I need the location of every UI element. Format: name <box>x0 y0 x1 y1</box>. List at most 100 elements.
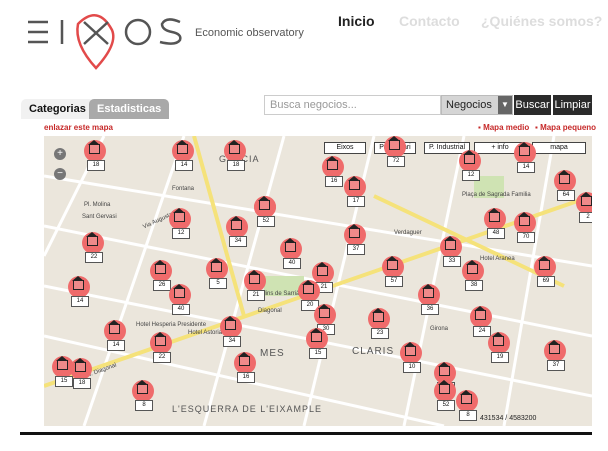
building-icon <box>176 140 188 154</box>
business-marker[interactable]: 40 <box>280 238 304 269</box>
category-select[interactable]: Negocios ▼ <box>441 95 513 115</box>
business-marker[interactable]: 37 <box>544 340 568 371</box>
building-icon <box>74 358 86 372</box>
business-marker[interactable]: 33 <box>440 236 464 267</box>
enlazar-link[interactable]: enlazar este mapa <box>44 123 113 132</box>
building-icon <box>548 340 560 354</box>
marker-count: 33 <box>443 256 461 267</box>
mapa-medio-link[interactable]: ▪ Mapa medio <box>478 123 529 132</box>
business-marker[interactable]: 38 <box>462 260 486 291</box>
marker-count: 2 <box>579 212 592 223</box>
marker-count: 14 <box>175 160 193 171</box>
buscar-button[interactable]: Buscar <box>514 95 551 115</box>
business-marker[interactable]: 15 <box>306 328 330 359</box>
business-marker[interactable]: 14 <box>104 320 128 351</box>
building-icon <box>422 284 434 298</box>
marker-count: 22 <box>153 352 171 363</box>
business-marker[interactable]: 40 <box>169 284 193 315</box>
marker-count: 37 <box>547 360 565 371</box>
limpiar-button[interactable]: Limpiar <box>553 95 592 115</box>
building-icon <box>444 236 456 250</box>
business-marker[interactable]: 52 <box>254 196 278 227</box>
business-marker[interactable]: 72 <box>384 136 408 167</box>
tab-estadisticas[interactable]: Estadisticas <box>89 99 170 119</box>
building-icon <box>310 328 322 342</box>
building-icon <box>404 342 416 356</box>
map-toggle-eixos[interactable]: Eixos <box>324 142 366 154</box>
marker-count: 21 <box>247 290 265 301</box>
business-marker[interactable]: 16 <box>234 352 258 383</box>
business-marker[interactable]: 23 <box>368 308 392 339</box>
building-icon <box>492 332 504 346</box>
building-icon <box>86 232 98 246</box>
nav-quienes-somos[interactable]: ¿Quiénes somos? <box>481 13 602 29</box>
building-icon <box>72 276 84 290</box>
business-marker[interactable]: 18 <box>84 140 108 171</box>
marker-count: 14 <box>71 296 89 307</box>
building-icon <box>518 212 530 226</box>
business-marker[interactable]: 37 <box>344 224 368 255</box>
building-icon <box>460 390 472 404</box>
street-label: Hotel Hesperia Presidente <box>136 322 207 328</box>
business-marker[interactable]: 64 <box>554 170 578 201</box>
business-marker[interactable]: 21 <box>244 270 268 301</box>
building-icon <box>386 256 398 270</box>
mapa-pequeno-link[interactable]: ▪ Mapa pequeno <box>535 123 596 132</box>
marker-count: 8 <box>135 400 153 411</box>
street-label: Verdaguer <box>394 230 422 236</box>
building-icon <box>173 208 185 222</box>
business-marker[interactable]: 69 <box>534 256 558 287</box>
business-marker[interactable]: 8 <box>132 380 156 411</box>
building-icon <box>372 308 384 322</box>
business-marker[interactable]: 57 <box>382 256 406 287</box>
map-coordinates: 431534 / 4583200 <box>480 415 537 422</box>
business-marker[interactable]: 16 <box>322 156 346 187</box>
business-marker[interactable]: 12 <box>169 208 193 239</box>
business-marker[interactable]: 48 <box>484 208 508 239</box>
business-marker[interactable]: 52 <box>434 380 458 411</box>
marker-count: 19 <box>491 352 509 363</box>
business-marker[interactable]: 8 <box>456 390 480 421</box>
eixos-logo[interactable] <box>26 10 186 70</box>
business-marker[interactable]: 34 <box>220 316 244 347</box>
building-icon <box>438 380 450 394</box>
business-marker[interactable]: 14 <box>172 140 196 171</box>
nav-inicio[interactable]: Inicio <box>338 13 375 29</box>
marker-count: 12 <box>462 170 480 181</box>
business-marker[interactable]: 36 <box>418 284 442 315</box>
tab-categorias[interactable]: Categorias <box>21 99 94 119</box>
district-label: L'ESQUERRA DE L'EIXAMPLE <box>172 404 322 414</box>
zoom-in-button[interactable]: + <box>54 148 66 160</box>
chevron-down-icon: ▼ <box>498 96 512 114</box>
business-marker[interactable]: 22 <box>82 232 106 263</box>
business-marker[interactable]: 5 <box>206 258 230 289</box>
business-marker[interactable]: 70 <box>514 212 538 243</box>
building-icon <box>538 256 550 270</box>
business-marker[interactable]: 12 <box>459 150 483 181</box>
street-label: Sant Gervasi <box>82 214 117 220</box>
business-marker[interactable]: 18 <box>224 140 248 171</box>
building-icon <box>474 306 486 320</box>
building-icon <box>238 352 250 366</box>
select-value: Negocios <box>446 99 492 111</box>
business-marker[interactable]: 18 <box>70 358 94 389</box>
district-label: MES <box>260 348 285 359</box>
business-marker[interactable]: 2 <box>576 192 592 223</box>
building-icon <box>108 320 120 334</box>
nav-contacto[interactable]: Contacto <box>399 13 460 29</box>
zoom-out-button[interactable]: − <box>54 168 66 180</box>
building-icon <box>230 216 242 230</box>
search-input[interactable]: Busca negocios... <box>264 95 441 115</box>
marker-count: 38 <box>465 280 483 291</box>
map-canvas[interactable]: + − Eixos Parcel·lari P. Industrial + in… <box>44 136 592 426</box>
map-type-button[interactable]: mapa <box>532 142 586 154</box>
business-marker[interactable]: 14 <box>514 142 538 173</box>
business-marker[interactable]: 14 <box>68 276 92 307</box>
business-marker[interactable]: 17 <box>344 176 368 207</box>
building-icon <box>56 356 68 370</box>
business-marker[interactable]: 22 <box>150 332 174 363</box>
business-marker[interactable]: 19 <box>488 332 512 363</box>
building-icon <box>224 316 236 330</box>
business-marker[interactable]: 10 <box>400 342 424 373</box>
business-marker[interactable]: 34 <box>226 216 250 247</box>
